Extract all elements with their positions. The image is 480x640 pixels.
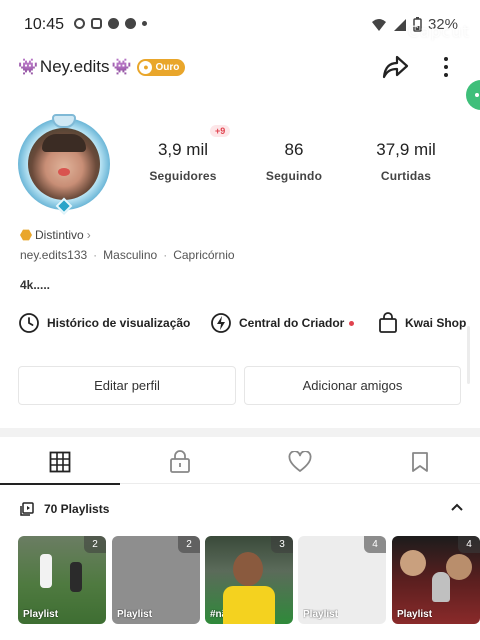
likes-stat[interactable]: 37,9 mil Curtidas [368, 140, 444, 183]
playlist-count: 4 [458, 536, 480, 553]
distintivo-link[interactable]: Distintivo › [20, 228, 91, 242]
paw-icon: ● [139, 60, 153, 74]
add-friends-button[interactable]: Adicionar amigos [244, 366, 461, 405]
lock-icon [170, 450, 190, 473]
signal-icon [393, 18, 406, 31]
playlist-caption: Playlist [397, 609, 433, 620]
floating-assistant-button[interactable] [466, 80, 480, 110]
gold-badge[interactable]: ● Ouro [137, 58, 186, 76]
content-tabs [0, 440, 480, 485]
clock-icon [19, 313, 39, 333]
android-icon [108, 18, 119, 29]
playlist-count: 2 [178, 536, 200, 553]
avatar[interactable] [18, 114, 110, 215]
following-count: 86 [284, 140, 304, 159]
history-label: Histórico de visualização [47, 316, 191, 330]
creator-center-shortcut[interactable]: Central do Criador [210, 312, 355, 334]
tab-grid[interactable] [0, 440, 120, 485]
playlist-thumbnail[interactable]: 4 Playlist [298, 536, 386, 624]
wifi-icon [371, 18, 386, 31]
notification-icon [74, 18, 85, 29]
playlist-count: 2 [84, 536, 106, 553]
shortcuts-row: Histórico de visualização Central do Cri… [18, 310, 466, 336]
history-shortcut[interactable]: Histórico de visualização [18, 312, 190, 334]
profile-gender: Masculino [103, 248, 158, 262]
kwai-shop-label: Kwai Shop [405, 316, 467, 330]
profile-bio: 4k..... [20, 278, 51, 292]
followers-stat[interactable]: 3,9 mil Seguidores [146, 140, 220, 183]
status-notification-icons [74, 18, 147, 29]
profile-meta: ney.edits133 · Masculino · Capricórnio [20, 248, 235, 262]
playlist-thumbnail[interactable]: 2 Playlist [18, 536, 106, 624]
playlist-caption: #não flopa... [210, 609, 269, 620]
new-followers-badge: +9 [210, 125, 231, 137]
following-stat[interactable]: 86 Seguindo [258, 140, 330, 183]
kwai-shop-shortcut[interactable]: Kwai Shop [378, 312, 466, 334]
more-options-icon[interactable] [438, 52, 454, 82]
username-text: Ney.edits [39, 57, 110, 76]
chevron-right-icon: › [86, 228, 91, 242]
status-bar: 10:45 32% Capcut [0, 0, 480, 52]
capcut-watermark: Capcut [407, 22, 470, 41]
edit-profile-button[interactable]: Editar perfil [18, 366, 236, 405]
playlist-thumbnail[interactable]: 4 Playlist [392, 536, 480, 624]
tab-liked[interactable] [240, 440, 360, 484]
profile-sign: Capricórnio [173, 248, 235, 262]
playlist-thumbnail[interactable]: 2 Playlist [112, 536, 200, 624]
chevron-up-icon[interactable] [450, 500, 464, 514]
separator-dot: · [93, 248, 98, 262]
playlist-caption: Playlist [117, 609, 153, 620]
instagram-icon [91, 18, 102, 29]
gold-badge-label: Ouro [155, 61, 180, 73]
playlist-caption: Playlist [23, 609, 59, 620]
separator-dot: · [163, 248, 168, 262]
profile-handle: ney.edits133 [20, 248, 88, 262]
followers-label: Seguidores [149, 169, 217, 183]
badge-hex-icon [20, 229, 32, 241]
playlist-icon [20, 502, 34, 516]
creator-center-label: Central do Criador [239, 316, 345, 330]
profile-header: 👾 Ney.edits 👾 ● Ouro [18, 50, 462, 84]
shortcuts-scroll-indicator [467, 326, 470, 384]
grid-icon [49, 451, 71, 473]
avatar-photo [28, 128, 100, 200]
bookmark-icon [412, 452, 428, 472]
status-time: 10:45 [24, 16, 65, 33]
likes-count: 37,9 mil [376, 140, 436, 159]
alien-emoji-icon: 👾 [111, 59, 132, 76]
tab-private[interactable] [120, 440, 240, 484]
heart-icon [288, 451, 312, 472]
distintivo-label: Distintivo [35, 228, 84, 242]
notification-dot [349, 320, 355, 326]
section-divider [0, 428, 480, 437]
more-dot-icon [142, 21, 147, 26]
following-label: Seguindo [265, 169, 323, 183]
likes-label: Curtidas [380, 169, 432, 183]
playlists-title: 70 Playlists [44, 502, 110, 516]
playlist-caption: Playlist [303, 609, 339, 620]
playlists-header[interactable]: 70 Playlists [20, 498, 464, 520]
alien-emoji-icon: 👾 [18, 59, 38, 76]
playlist-count: 3 [271, 536, 293, 553]
lightning-icon [211, 313, 231, 333]
tab-saved[interactable] [360, 440, 480, 484]
shopping-bag-icon [379, 312, 397, 333]
followers-count: 3,9 mil [157, 140, 209, 159]
share-icon[interactable] [380, 52, 410, 82]
playlist-thumbnail[interactable]: 3 #não flopa... [205, 536, 293, 624]
profile-username: 👾 Ney.edits 👾 ● Ouro [18, 57, 186, 77]
playlist-count: 4 [364, 536, 386, 553]
cloud-icon [125, 18, 136, 29]
